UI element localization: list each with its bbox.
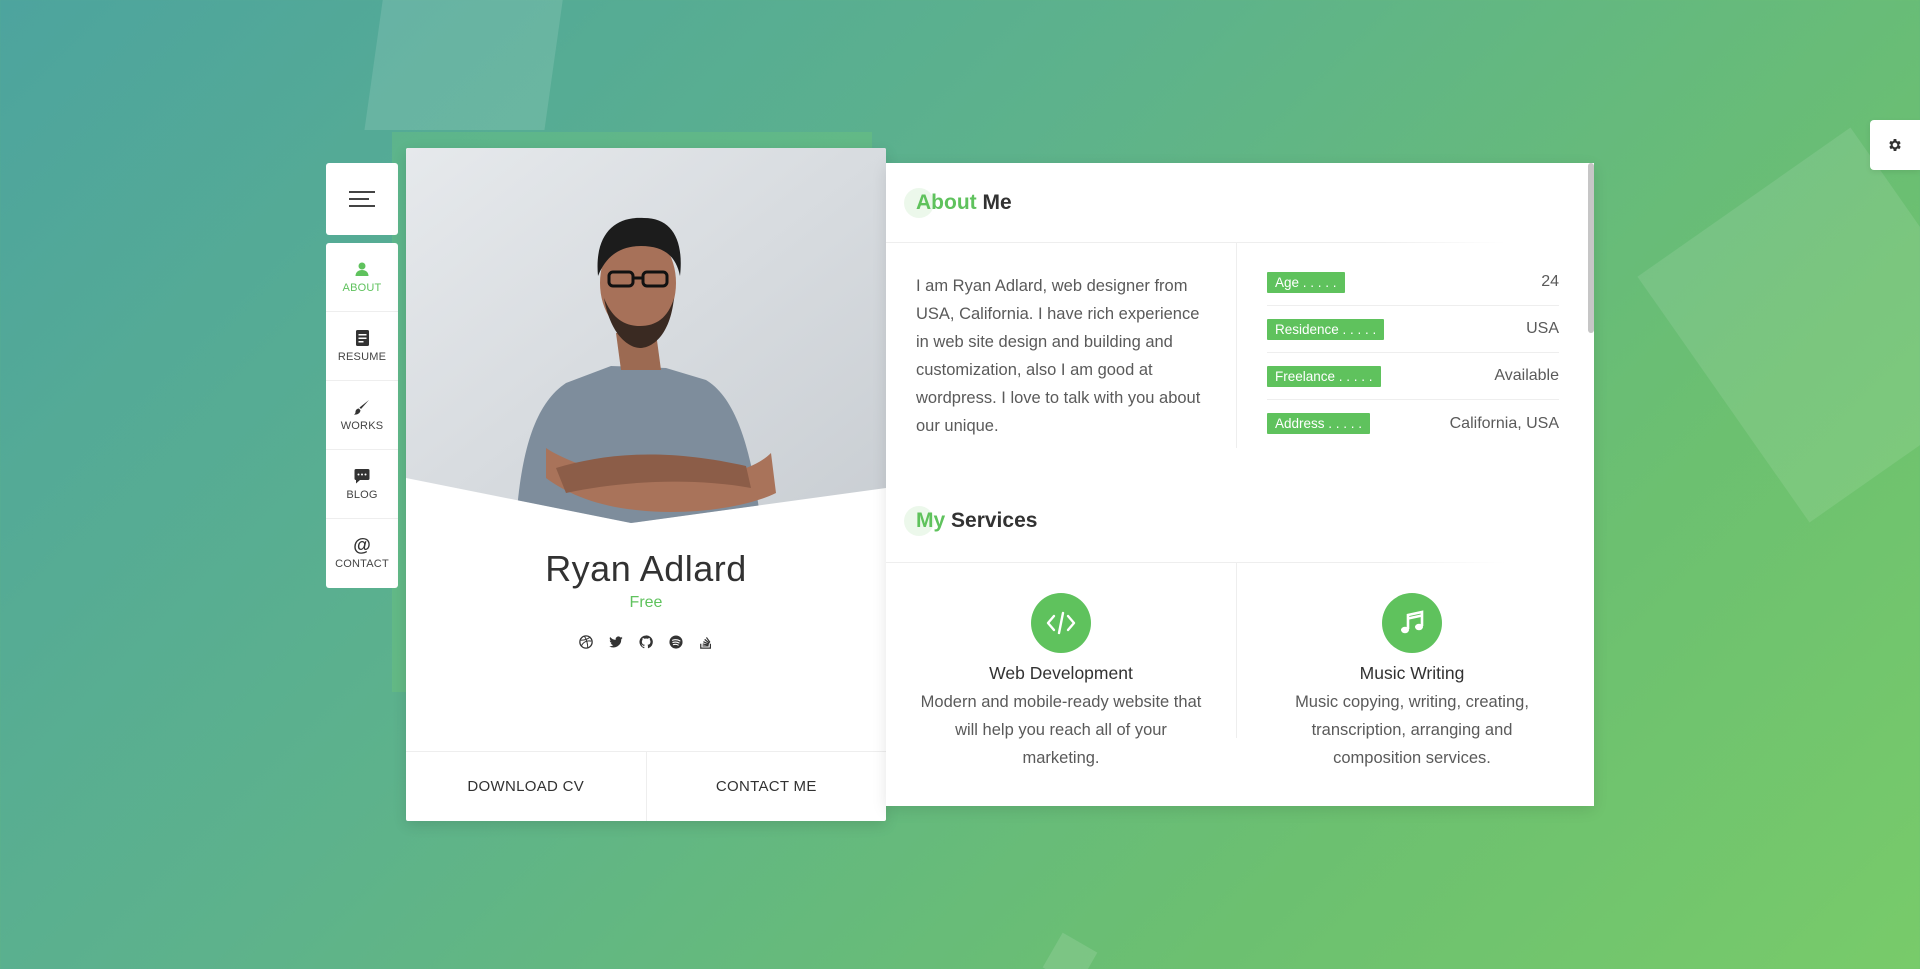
dribbble-icon[interactable] — [578, 634, 594, 650]
content-panel: About Me I am Ryan Adlard, web designer … — [886, 163, 1594, 806]
settings-button[interactable] — [1870, 120, 1920, 170]
hamburger-icon — [349, 186, 375, 212]
divider — [1236, 243, 1237, 448]
about-title: About Me — [904, 188, 1012, 218]
music-note-icon — [1382, 593, 1442, 653]
about-title-highlight: About — [916, 191, 977, 214]
background-shape — [1042, 932, 1098, 969]
nav-item-blog[interactable]: BLOG — [326, 450, 398, 519]
nav-label: RESUME — [337, 350, 387, 363]
info-label: Age . . . . . — [1267, 271, 1345, 293]
divider — [886, 242, 1506, 243]
info-label: Freelance . . . . . — [1267, 365, 1381, 387]
info-row-freelance: Freelance . . . . . Available — [1267, 353, 1559, 400]
twitter-icon[interactable] — [608, 634, 624, 650]
profile-name: Ryan Adlard — [545, 548, 747, 589]
info-row-residence: Residence . . . . . USA — [1267, 306, 1559, 353]
about-title-rest: Me — [976, 191, 1012, 214]
divider — [886, 562, 1506, 563]
service-description: Modern and mobile-ready website that wil… — [920, 693, 1202, 767]
nav-item-contact[interactable]: @ CONTACT — [326, 519, 398, 588]
service-title: Music Writing — [1359, 663, 1465, 683]
document-icon — [355, 329, 369, 346]
gear-icon — [1889, 139, 1901, 151]
card-actions: DOWNLOAD CV CONTACT ME — [406, 751, 886, 821]
service-music-writing: Music Writing Music copying, writing, cr… — [1237, 593, 1587, 772]
service-web-development: Web Development Modern and mobile-ready … — [886, 593, 1236, 772]
brush-icon — [354, 399, 369, 415]
info-row-address: Address . . . . . California, USA — [1267, 400, 1559, 447]
info-value: Available — [1494, 367, 1559, 384]
nav-item-resume[interactable]: RESUME — [326, 312, 398, 381]
info-label: Address . . . . . — [1267, 413, 1371, 434]
at-icon: @ — [353, 535, 371, 555]
nav-item-about[interactable]: ABOUT — [326, 243, 398, 312]
nav-label: BLOG — [346, 488, 378, 501]
profile-role: Free — [629, 594, 663, 611]
info-value: 24 — [1541, 273, 1559, 290]
spotify-icon[interactable] — [668, 634, 684, 650]
chat-icon — [354, 468, 370, 483]
info-label: Residence . . . . . — [1267, 318, 1385, 340]
menu-button[interactable] — [326, 163, 398, 235]
stackoverflow-icon[interactable] — [698, 634, 714, 650]
profile-card: Ryan Adlard Free DOWNLOAD CV CONTACT ME — [406, 148, 886, 821]
download-cv-button[interactable]: DOWNLOAD CV — [406, 752, 647, 821]
contact-me-button[interactable]: CONTACT ME — [647, 752, 887, 821]
services-title-highlight: My — [916, 509, 946, 532]
person-icon — [355, 262, 369, 276]
services-title-rest: Services — [945, 509, 1038, 532]
background-shape — [1637, 127, 1920, 523]
info-value: USA — [1526, 320, 1559, 337]
background-shape — [364, 0, 566, 130]
nav-item-works[interactable]: WORKS — [326, 381, 398, 450]
nav-label: CONTACT — [335, 558, 389, 570]
info-row-age: Age . . . . . 24 — [1267, 259, 1559, 306]
service-title: Web Development — [989, 663, 1133, 683]
nav-label: WORKS — [340, 419, 384, 432]
sidebar-nav: ABOUT RESUME WORKS BLOG @ CONTACT — [326, 243, 398, 588]
github-icon[interactable] — [638, 634, 654, 650]
nav-label: ABOUT — [342, 281, 382, 294]
services-title: My Services — [903, 506, 1038, 536]
info-value: California, USA — [1449, 414, 1559, 432]
about-text: I am Ryan Adlard, web designer from USA,… — [916, 277, 1201, 435]
profile-photo — [406, 148, 886, 523]
social-links — [406, 634, 886, 650]
scrollbar[interactable] — [1588, 163, 1594, 333]
code-icon — [1031, 593, 1091, 653]
service-description: Music copying, writing, creating, transc… — [1295, 693, 1529, 767]
